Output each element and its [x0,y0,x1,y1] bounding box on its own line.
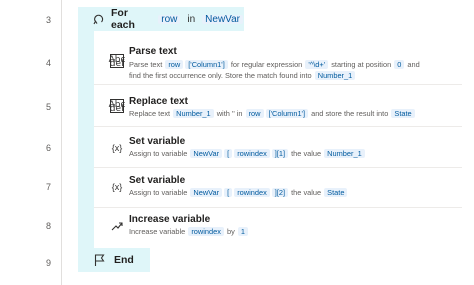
variable-token: row [165,60,184,69]
variable-token: [ [224,149,233,158]
line-number: 3 [45,15,51,25]
action-title: Increase variable [129,214,211,225]
variable-icon: {x} [111,182,123,192]
increase-variable-icon [110,219,124,233]
variable-token: rowindex [234,188,270,197]
variable-token: ][1] [271,149,289,158]
variable-token: Number_1 [314,71,356,80]
loop-icon [92,12,105,26]
action-description: find the first occurrence only. Store th… [129,70,456,81]
variable-token: ['Column1'] [185,60,228,69]
variable-token: ['Column1'] [265,109,309,118]
line-number: 9 [45,258,51,268]
variable-token: rowindex [234,149,270,158]
end-title: End [114,254,134,266]
variable-token: Number_1 [324,149,365,158]
variable-token: rowindex [188,227,224,236]
parse-text-action[interactable]: Abc def Parse text Parse text row ['Colum… [94,38,462,85]
variable-token: 1 [237,227,248,236]
variable-token: 0 [394,60,405,69]
variable-token: Number_1 [173,109,214,118]
line-number: 4 [45,58,51,68]
action-title: Replace text [129,96,188,107]
variable-token: State [324,188,348,197]
replace-text-action[interactable]: Abc def Replace text Replace text Number… [94,85,462,127]
increase-variable-action[interactable]: Increase variable Increase variable rowi… [94,208,462,248]
parse-text-icon: Abc def [108,54,126,69]
line-number: 5 [45,102,51,112]
action-description: Parse text row ['Column1'] for regular ex… [129,60,420,69]
action-title: Parse text [129,46,177,57]
action-title: Set variable [129,175,186,186]
set-variable-action[interactable]: {x} Set variable Assign to variable NewV… [94,168,462,208]
variable-token: '^\d+' [305,60,329,69]
flag-icon [94,254,106,266]
replace-text-icon: Abc def [108,99,126,114]
action-description: Replace text Number_1 with '' in row ['Co… [129,108,456,119]
action-title: Set variable [129,136,186,147]
set-variable-action[interactable]: {x} Set variable Assign to variable NewV… [94,127,462,168]
variable-icon: {x} [111,143,123,153]
action-description: Assign to variable NewVar[rowindex][1] t… [129,148,456,159]
variable-token: [ [224,188,233,197]
foreach-action[interactable]: For each row in NewVar [78,7,244,31]
variable-token: NewVar [190,149,223,158]
variable-token: NewVar [190,188,223,197]
loop-block-rail [78,30,94,248]
line-number: 7 [45,182,51,192]
line-number: 6 [45,143,51,153]
variable-token: row [245,109,264,118]
line-number: 8 [45,221,51,231]
loop-variable-token: row [158,14,181,24]
foreach-title: For each [111,7,135,31]
action-description: Assign to variable NewVar[rowindex][2] t… [129,187,456,198]
variable-token: State [391,109,415,118]
line-number-gutter: 3 4 5 6 7 8 9 [0,0,62,285]
action-description: Increase variable rowindex by 1 [129,226,456,237]
in-keyword: in [187,13,196,25]
collection-token: NewVar [202,14,243,24]
variable-token: ][2] [271,188,289,197]
end-action[interactable]: End [78,248,150,272]
